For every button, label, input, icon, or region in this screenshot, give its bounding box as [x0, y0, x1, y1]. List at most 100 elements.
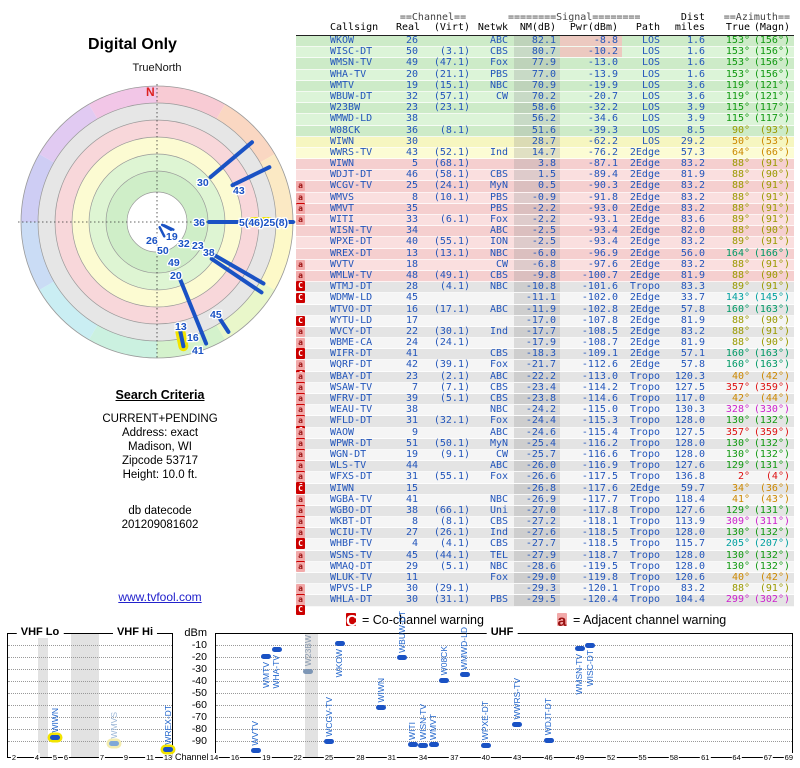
azimuth-true-cell: 115°	[725, 102, 750, 114]
path-cell: 2Edge	[629, 191, 660, 203]
real-channel-cell: 39	[405, 393, 418, 404]
virtual-channel-cell: (31.1)	[433, 594, 470, 606]
nm-db-cell: -29.0	[514, 572, 560, 584]
path-cell: Tropo	[629, 393, 660, 404]
col-miles: miles	[674, 22, 705, 33]
callsign-cell: WPVS-LP	[330, 583, 373, 595]
azimuth-magn-cell: (90°)	[759, 269, 790, 281]
virtual-channel-cell	[418, 349, 470, 359]
real-channel-cell: 27	[405, 527, 418, 539]
real-channel-cell: 41	[405, 493, 418, 505]
channel-tick: 46	[543, 753, 554, 762]
warning-cell: a	[296, 561, 330, 572]
warning-cell: aC	[296, 528, 330, 549]
virtual-channel-cell: (55.1)	[433, 471, 470, 483]
dbm-tick: -40	[191, 675, 207, 687]
pwr-dbm-cell: -116.2	[581, 437, 618, 449]
adjacent-channel-warning-icon: a	[557, 613, 567, 630]
distance-cell: 57.3	[680, 146, 705, 158]
callsign-cell: WAOW	[330, 426, 355, 438]
path-cell: Tropo	[629, 572, 660, 583]
table-row: C WDMW-LD 45 -11.1 -102.0 2Edge 33.7 143° (145°)	[296, 292, 794, 305]
warning-cell: aC	[296, 382, 330, 403]
azimuth-true-cell: 88°	[731, 202, 750, 214]
table-row: aCWQRF-DT 42 (39.1) Fox -21.7 -112.6 2Edge 57.8…	[296, 360, 794, 381]
nm-db-cell: 28.7	[514, 136, 560, 147]
azimuth-true-cell: 119°	[725, 90, 750, 102]
network-cell: NBC	[489, 79, 508, 91]
network-cell: ABC	[489, 460, 508, 472]
distance-cell: 136.8	[674, 471, 705, 483]
callsign-cell: WHLA-DT	[330, 594, 373, 606]
radar-channel-label: 19	[166, 231, 178, 243]
adjacent-channel-warning-icon: a	[296, 472, 305, 483]
station-label: WREX-DT	[162, 704, 173, 745]
real-channel-cell: 8	[411, 191, 418, 203]
pwr-dbm-cell: -114.2	[581, 381, 618, 393]
network-cell: Fox	[489, 214, 508, 225]
azimuth-magn-cell: (66°)	[759, 146, 790, 158]
warning-cell: aC	[296, 394, 330, 414]
distance-cell: 83.3	[680, 281, 705, 293]
virtual-channel-cell: (6.1)	[439, 214, 470, 225]
azimuth-true-cell: 42°	[731, 393, 750, 404]
adjacent-channel-warning-icon: a	[296, 505, 305, 516]
radar-channel-label: 43	[233, 185, 245, 197]
table-row: WMWD-LD 38 56.2 -34.6 LOS 3.9 115° (117°)	[296, 113, 794, 126]
warning-cell	[296, 70, 330, 80]
path-cell: 2Edge	[629, 348, 660, 360]
callsign-cell: WMVS	[330, 191, 355, 203]
network-cell: CBS	[489, 393, 508, 404]
station-label: W08CK	[438, 645, 449, 676]
azimuth-true-cell: 160°	[725, 303, 750, 315]
distance-cell: 128.0	[674, 527, 705, 539]
nm-db-cell: -6.8	[514, 259, 560, 270]
distance-cell: 1.6	[686, 68, 705, 80]
warning-cell: aC	[296, 438, 330, 459]
station-marker	[250, 747, 261, 753]
path-cell: 2Edge	[629, 146, 660, 158]
channel-tick: 64	[731, 753, 742, 762]
distance-cell: 83.2	[680, 236, 705, 248]
tvfool-link[interactable]: www.tvfool.com	[40, 590, 280, 604]
virtual-channel-cell	[418, 573, 470, 583]
network-cell: ABC	[489, 35, 508, 46]
station-label: WIWN	[375, 678, 386, 703]
callsign-cell: WYTU-LD	[330, 314, 373, 326]
warning-cell	[296, 92, 330, 102]
real-channel-cell: 23	[405, 370, 418, 382]
distance-cell: 120.3	[674, 370, 705, 382]
station-marker	[543, 737, 554, 743]
dbm-tick: -20	[191, 651, 207, 663]
network-cell	[470, 114, 514, 124]
azimuth-magn-cell: (42°)	[759, 370, 790, 382]
distance-cell: 82.0	[680, 225, 705, 237]
adjacent-channel-warning-icon: a	[296, 382, 305, 393]
real-channel-cell: 48	[405, 269, 418, 281]
pwr-dbm-cell: -117.6	[581, 482, 618, 494]
station-label: WWRS-TV	[511, 677, 522, 720]
virtual-channel-cell	[418, 428, 470, 438]
pwr-dbm-cell: -32.2	[587, 102, 618, 114]
nm-db-cell: 70.2	[514, 91, 560, 103]
azimuth-magn-cell: (145°)	[753, 292, 790, 304]
azimuth-magn-cell: (121°)	[753, 79, 790, 91]
real-channel-cell: 38	[405, 404, 418, 416]
nm-db-cell: 14.7	[514, 147, 560, 159]
virtual-channel-cell: (68.1)	[433, 158, 470, 170]
azimuth-true-cell: 89°	[731, 214, 750, 225]
pwr-dbm-cell: -118.5	[581, 538, 618, 550]
co-channel-warning-icon: C	[296, 293, 305, 304]
callsign-cell: W23BW	[330, 102, 361, 114]
azimuth-magn-cell: (131°)	[753, 504, 790, 516]
path-cell: Tropo	[629, 471, 660, 483]
nm-db-cell: -22.2	[514, 371, 560, 382]
azimuth-magn-cell: (91°)	[759, 583, 790, 595]
callsign-cell: WSNS-TV	[330, 549, 373, 561]
virtual-channel-cell	[418, 114, 470, 124]
azimuth-magn-cell: (91°)	[759, 202, 790, 214]
station-label: W23BW	[302, 635, 313, 667]
path-cell: LOS	[641, 35, 660, 46]
real-channel-cell: 19	[405, 79, 418, 91]
station-marker	[407, 742, 418, 748]
